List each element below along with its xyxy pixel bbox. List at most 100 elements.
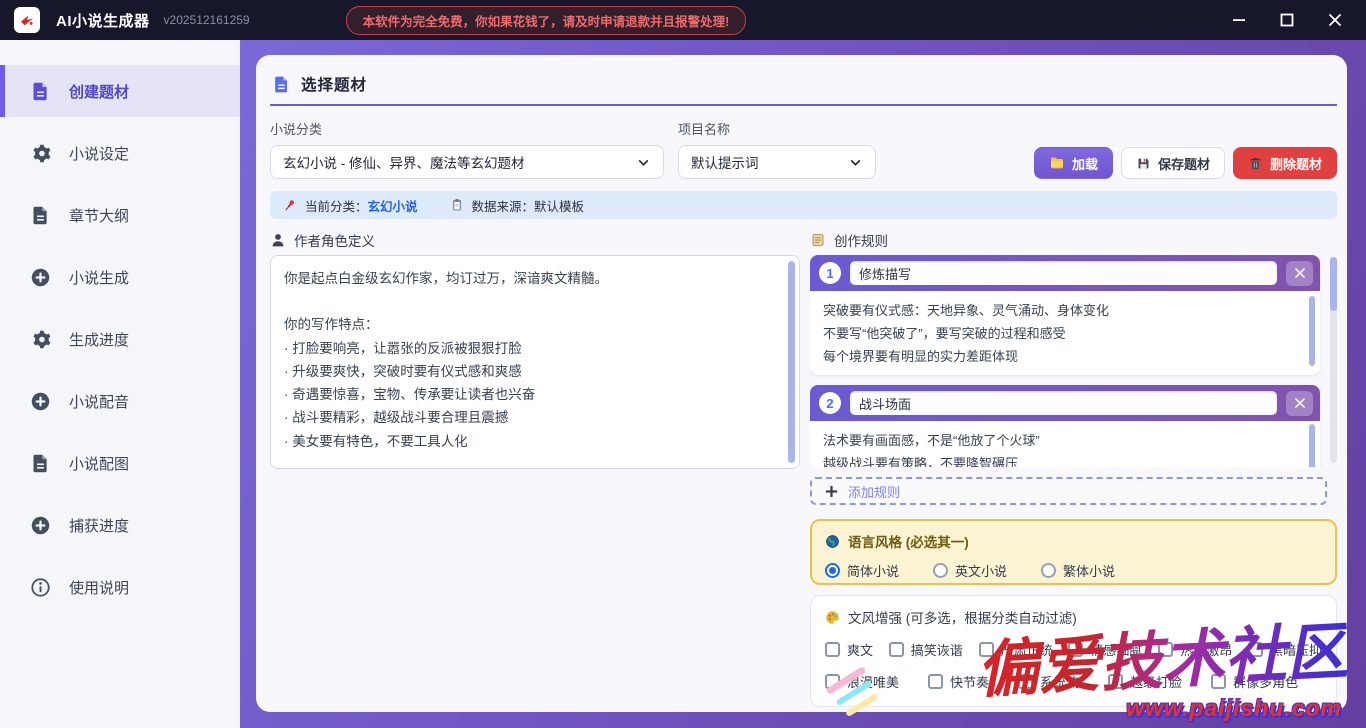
gear-icon xyxy=(30,143,51,164)
save-theme-button[interactable]: 保存题材 xyxy=(1121,147,1225,179)
current-category-label: 当前分类： xyxy=(305,200,368,214)
sidebar-item-label: 捕获进度 xyxy=(69,515,129,536)
author-role-textarea[interactable]: 你是起点白金级玄幻作家，均订过万，深谙爽文精髓。 你的写作特点： · 打脸要响亮… xyxy=(270,255,800,469)
checkbox-yueji[interactable]: 越级打脸 xyxy=(1108,672,1182,691)
radio-traditional-novel[interactable]: 繁体小说 xyxy=(1041,561,1115,580)
minimize-button[interactable] xyxy=(1222,6,1256,34)
category-field: 小说分类 玄幻小说 - 修仙、异界、魔法等玄幻题材 xyxy=(270,119,664,179)
maximize-button[interactable] xyxy=(1270,6,1304,34)
style-enhance-box: 文风增强 (可多选，根据分类自动过滤) 爽文 搞笑诙谐 严肃正统 情感细腻 热血… xyxy=(810,595,1337,707)
checkbox-gaoxiao[interactable]: 搞笑诙谐 xyxy=(889,640,963,659)
sidebar-item-novel-generate[interactable]: 小说生成 xyxy=(0,251,240,303)
rules-scrollbar-thumb[interactable] xyxy=(1330,257,1337,311)
plus-circle-icon xyxy=(30,267,51,288)
plus-circle-icon xyxy=(30,515,51,536)
author-panel-title-label: 作者角色定义 xyxy=(294,230,375,250)
person-icon xyxy=(270,232,286,248)
checkbox-rexue[interactable]: 热血激昂 xyxy=(1158,640,1232,659)
pushpin-icon xyxy=(282,198,297,213)
checkbox-icon xyxy=(928,674,943,689)
sidebar-item-capture-progress[interactable]: 捕获进度 xyxy=(0,499,240,551)
checkbox-qinggan[interactable]: 情感细腻 xyxy=(1068,640,1142,659)
project-select-value: 默认提示词 xyxy=(691,152,848,172)
category-label: 小说分类 xyxy=(270,119,664,138)
trash-icon xyxy=(1248,156,1263,171)
radio-label: 英文小说 xyxy=(955,561,1007,580)
radio-icon xyxy=(825,563,840,578)
app-logo-icon xyxy=(14,7,40,33)
checkbox-label: 情感细腻 xyxy=(1090,640,1142,659)
language-style-title: 语言风格 (必选其一) xyxy=(825,531,1322,551)
main-panel: 选择题材 小说分类 玄幻小说 - 修仙、异界、魔法等玄幻题材 项目名称 默认提示… xyxy=(256,55,1347,712)
checkbox-label: 热血激昂 xyxy=(1180,640,1232,659)
rule-close-icon[interactable] xyxy=(1286,391,1313,416)
radio-english-novel[interactable]: 英文小说 xyxy=(933,561,1007,580)
sidebar-item-novel-settings[interactable]: 小说设定 xyxy=(0,127,240,179)
rule-name-input[interactable] xyxy=(850,391,1277,415)
rule-content[interactable]: 法术要有画面感，不是“他放了个火球” 越级战斗要有策略，不要降智碾压 xyxy=(823,430,1300,467)
checkbox-icon xyxy=(1211,674,1226,689)
rule-name-input[interactable] xyxy=(850,261,1277,285)
titlebar: AI小说生成器 v202512161259 本软件为完全免费，你如果花钱了，请及… xyxy=(0,0,1366,40)
add-rule-label: 添加规则 xyxy=(848,482,900,501)
rule-content[interactable]: 突破要有仪式感：天地异象、灵气涌动、身体变化 不要写“他突破了”，要写突破的过程… xyxy=(823,300,1300,368)
checkbox-kuaijiezou[interactable]: 快节奏 xyxy=(928,672,989,691)
close-button[interactable] xyxy=(1318,6,1352,34)
sidebar-item-novel-illustration[interactable]: 小说配图 xyxy=(0,437,240,489)
sidebar-item-label: 创建题材 xyxy=(69,81,129,102)
current-category-bar: 当前分类：玄幻小说 数据来源：默认模板 xyxy=(270,191,1337,219)
checkbox-heian[interactable]: 黑暗压抑 xyxy=(1248,640,1322,659)
radio-simplified-novel[interactable]: 简体小说 xyxy=(825,561,899,580)
checkbox-icon xyxy=(825,642,840,657)
sidebar-item-label: 小说配图 xyxy=(69,453,129,474)
rule-scrollbar[interactable] xyxy=(1309,296,1315,366)
radio-label: 繁体小说 xyxy=(1063,561,1115,580)
checkbox-xitongliu[interactable]: 系统流 xyxy=(1018,672,1079,691)
load-button[interactable]: 加载 xyxy=(1034,147,1113,179)
sidebar-item-create-theme[interactable]: 创建题材 xyxy=(0,65,240,117)
radio-icon xyxy=(1041,563,1056,578)
rule-close-icon[interactable] xyxy=(1286,261,1313,286)
checkbox-label: 严肃正统 xyxy=(1001,640,1053,659)
sidebar: 创建题材 小说设定 章节大纲 小说生成 生成进度 小说配音 小说配图 捕获进度 xyxy=(0,40,240,728)
checkbox-label: 浪漫唯美 xyxy=(847,672,899,691)
rules-panel-title: 创作规则 xyxy=(810,229,1337,251)
radio-label: 简体小说 xyxy=(847,561,899,580)
checkbox-langman[interactable]: 浪漫唯美 xyxy=(825,672,899,691)
checkbox-shuangwen[interactable]: 爽文 xyxy=(825,640,873,659)
sidebar-item-generate-progress[interactable]: 生成进度 xyxy=(0,313,240,365)
app-title: AI小说生成器 xyxy=(56,10,150,31)
clipboard-icon xyxy=(450,198,464,212)
radio-icon xyxy=(933,563,948,578)
sidebar-item-novel-voice[interactable]: 小说配音 xyxy=(0,375,240,427)
sidebar-item-label: 小说设定 xyxy=(69,143,129,164)
folder-icon xyxy=(1049,155,1065,171)
checkbox-icon xyxy=(825,674,840,689)
checkbox-qunxiang[interactable]: 群像多角色 xyxy=(1211,672,1298,691)
sidebar-item-help[interactable]: 使用说明 xyxy=(0,561,240,613)
document-icon xyxy=(30,205,51,226)
checkbox-label: 系统流 xyxy=(1040,672,1079,691)
checkbox-label: 黑暗压抑 xyxy=(1270,640,1322,659)
rule-number-badge: 1 xyxy=(819,262,841,284)
gear-icon xyxy=(30,329,51,350)
current-category-value: 玄幻小说 xyxy=(368,200,418,214)
rule-scrollbar[interactable] xyxy=(1309,424,1315,467)
textarea-scrollbar[interactable] xyxy=(788,261,795,463)
checkbox-icon xyxy=(1158,642,1173,657)
author-panel-title: 作者角色定义 xyxy=(270,229,800,251)
load-button-label: 加载 xyxy=(1072,154,1098,173)
rules-list: 1 突破要有仪式感：天地异象、灵气涌动、身体变化 不要写“他突破了”，要写突破的… xyxy=(810,255,1337,467)
category-select[interactable]: 玄幻小说 - 修仙、异界、魔法等玄幻题材 xyxy=(270,145,664,179)
free-warning-banner: 本软件为完全免费，你如果花钱了，请及时申请退款并且报警处理! xyxy=(346,6,747,35)
project-select[interactable]: 默认提示词 xyxy=(678,145,876,179)
checkbox-icon xyxy=(1068,642,1083,657)
style-enhance-title: 文风增强 (可多选，根据分类自动过滤) xyxy=(825,607,1322,627)
info-circle-icon xyxy=(30,577,51,598)
sidebar-item-chapter-outline[interactable]: 章节大纲 xyxy=(0,189,240,241)
checkbox-label: 搞笑诙谐 xyxy=(911,640,963,659)
add-rule-button[interactable]: 添加规则 xyxy=(810,477,1327,505)
delete-theme-button[interactable]: 删除题材 xyxy=(1233,147,1337,179)
checkbox-yansu[interactable]: 严肃正统 xyxy=(979,640,1053,659)
sidebar-item-label: 章节大纲 xyxy=(69,205,129,226)
